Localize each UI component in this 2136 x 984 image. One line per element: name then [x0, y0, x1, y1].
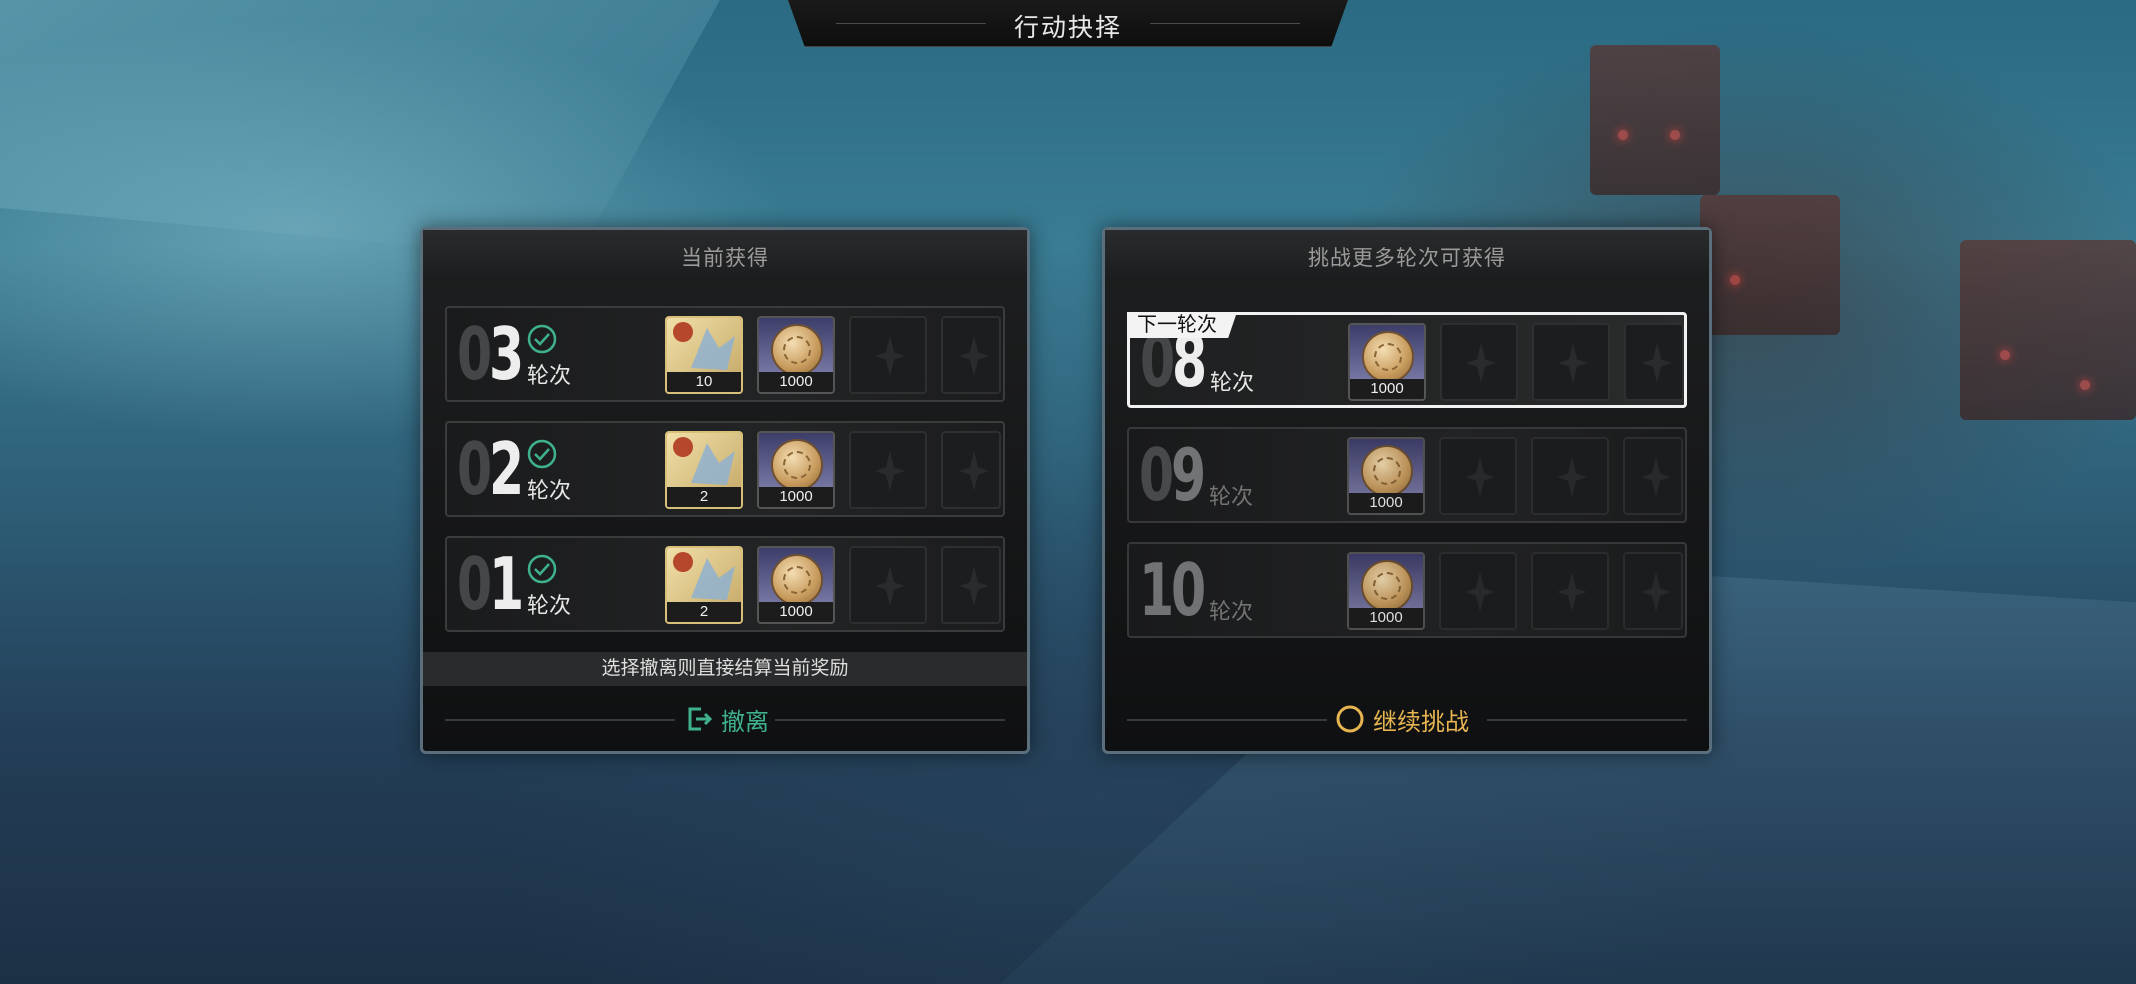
item-quantity: 2	[667, 487, 741, 507]
empty-slot	[1623, 437, 1683, 515]
future-rewards-panel: 挑战更多轮次可获得 08 下一轮次 轮次 1000 09 轮次 1000 10 …	[1102, 227, 1712, 754]
item-quantity: 1000	[1349, 493, 1423, 513]
empty-slot	[1531, 552, 1609, 630]
coin-icon	[1349, 554, 1423, 612]
round-label: 轮次	[1210, 370, 1255, 395]
empty-slot	[1623, 552, 1683, 630]
round-row-8-next[interactable]: 08 下一轮次 轮次 1000	[1127, 312, 1687, 408]
retreat-note: 选择撤离则直接结算当前奖励	[423, 652, 1027, 686]
round-row-1: 01 轮次 2 1000	[445, 536, 1005, 632]
empty-slot	[1531, 437, 1609, 515]
reward-item-coin[interactable]: 1000	[1347, 437, 1425, 515]
background-crate	[1700, 195, 1840, 335]
empty-slot	[1440, 323, 1518, 401]
check-circle-icon	[527, 439, 557, 469]
empty-slot	[849, 431, 927, 509]
panel-title: 当前获得	[681, 247, 769, 270]
panel-header: 挑战更多轮次可获得	[1105, 230, 1709, 282]
item-quantity: 1000	[759, 372, 833, 392]
round-label: 轮次	[1209, 599, 1254, 624]
coin-icon	[759, 318, 833, 376]
coin-icon	[759, 548, 833, 606]
round-label: 轮次	[527, 363, 572, 388]
round-row-3: 03 轮次 10 1000	[445, 306, 1005, 402]
round-label: 轮次	[527, 593, 572, 618]
check-circle-icon	[527, 324, 557, 354]
round-label: 轮次	[1209, 484, 1254, 509]
reward-item-coin[interactable]: 1000	[1348, 323, 1426, 401]
continue-label: 继续挑战	[1373, 708, 1469, 736]
empty-slot	[941, 431, 1001, 509]
page-title: 行动抉择	[1013, 14, 1122, 42]
coin-icon	[1349, 439, 1423, 497]
item-quantity: 2	[667, 602, 741, 622]
round-label: 轮次	[527, 478, 572, 503]
item-quantity: 1000	[759, 602, 833, 622]
background-crate	[1590, 45, 1720, 195]
round-number: 10	[1139, 548, 1206, 632]
chip-icon	[667, 548, 741, 606]
empty-slot	[941, 546, 1001, 624]
round-row-10: 10 轮次 1000	[1127, 542, 1687, 638]
retreat-action-area: 撤离	[423, 687, 1027, 751]
round-row-9: 09 轮次 1000	[1127, 427, 1687, 523]
round-number: 09	[1139, 433, 1206, 517]
coin-icon	[1350, 325, 1424, 383]
next-round-tag: 下一轮次	[1127, 312, 1237, 338]
item-quantity: 1000	[759, 487, 833, 507]
panel-header: 当前获得	[423, 230, 1027, 282]
reward-item-coin[interactable]: 1000	[757, 316, 835, 394]
round-number: 02	[457, 427, 524, 511]
chip-icon	[667, 433, 741, 491]
coin-icon	[759, 433, 833, 491]
empty-slot	[849, 316, 927, 394]
chip-icon	[667, 318, 741, 376]
continue-action-area: 继续挑战	[1105, 687, 1709, 751]
reward-item-coin[interactable]: 1000	[757, 546, 835, 624]
circle-icon	[1336, 705, 1364, 733]
round-number: 03	[457, 312, 524, 396]
empty-slot	[1624, 323, 1684, 401]
item-quantity: 1000	[1349, 608, 1423, 628]
empty-slot	[1439, 437, 1517, 515]
round-number: 01	[457, 542, 524, 626]
panel-title: 挑战更多轮次可获得	[1308, 247, 1506, 270]
item-quantity: 1000	[1350, 379, 1424, 399]
empty-slot	[1532, 323, 1610, 401]
reward-item-coin[interactable]: 1000	[1347, 552, 1425, 630]
item-quantity: 10	[667, 372, 741, 392]
title-bar: 行动抉择	[788, 0, 1348, 47]
retreat-button[interactable]: 撤离	[685, 701, 769, 737]
round-row-2: 02 轮次 2 1000	[445, 421, 1005, 517]
reward-item-coin[interactable]: 1000	[757, 431, 835, 509]
empty-slot	[849, 546, 927, 624]
retreat-label: 撤离	[721, 708, 769, 736]
reward-item-chip[interactable]: 10	[665, 316, 743, 394]
background-ice	[0, 0, 720, 260]
empty-slot	[1439, 552, 1517, 630]
background-crate	[1960, 240, 2136, 420]
empty-slot	[941, 316, 1001, 394]
exit-icon	[688, 707, 713, 731]
continue-challenge-button[interactable]: 继续挑战	[1335, 701, 1469, 737]
reward-item-chip[interactable]: 2	[665, 546, 743, 624]
check-circle-icon	[527, 554, 557, 584]
reward-item-chip[interactable]: 2	[665, 431, 743, 509]
current-rewards-panel: 当前获得 03 轮次 10 1000 02 轮次 2 1000 01 轮次 2 …	[420, 227, 1030, 754]
